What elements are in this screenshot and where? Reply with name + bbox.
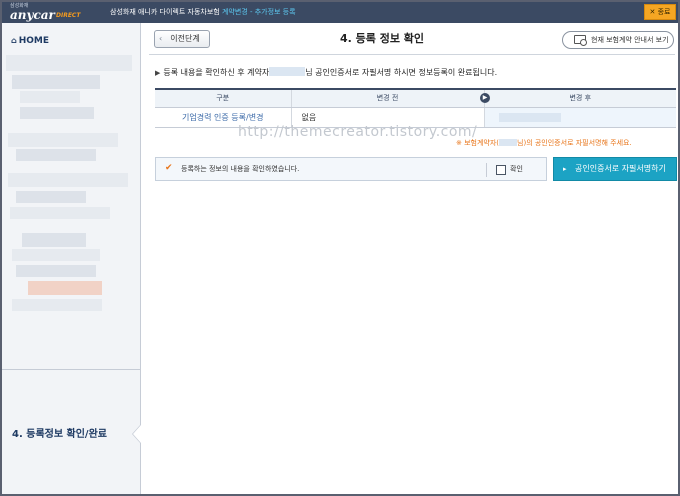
confirmation-divider: [486, 163, 487, 177]
service-title: 삼성화재 애니카 다이렉트 자동차보험 계약변경 - 추가정보 등록: [110, 8, 296, 17]
active-step-notch: [133, 425, 141, 443]
confirm-checkbox-label[interactable]: 확인: [510, 165, 523, 174]
signature-note-pre: ※ 보험계약자(: [456, 139, 500, 147]
checkmark-icon: ✔: [165, 163, 173, 173]
masked-after-value: [498, 112, 561, 122]
change-summary-table: 구분 변경 전 변경 후 기업경력 인증 등록/변경 없음: [155, 88, 676, 128]
confirmation-text: 등록하는 정보의 내용을 확인하였습니다.: [181, 165, 300, 173]
blurred-nav-block: [16, 191, 86, 203]
sidebar-divider: [2, 369, 140, 370]
prev-step-button[interactable]: ‹ 이전단계: [154, 30, 210, 48]
close-button[interactable]: ✕ 종료: [644, 4, 676, 20]
signature-note: ※ 보험계약자( 님)의 공인인증서로 자필서명해 주세요.: [456, 139, 632, 148]
triangle-bullet-icon: ▶: [155, 69, 161, 77]
masked-policyholder-name: [499, 139, 518, 146]
chevron-left-icon: ‹: [159, 34, 163, 43]
service-highlight: 계약변경 - 추가정보 등록: [221, 8, 296, 16]
home-icon: ⌂: [11, 36, 17, 45]
notice-text-post: 님 공인인증서로 자필서명 하시면 정보등록이 완료됩니다.: [305, 68, 498, 77]
confirm-checkbox[interactable]: [496, 165, 506, 175]
home-link[interactable]: ⌂ HOME: [11, 35, 49, 47]
blurred-nav-block: [8, 133, 118, 147]
top-header-bar: 삼성화재 anycar DIRECT 삼성화재 애니카 다이렉트 자동차보험 계…: [2, 2, 678, 23]
instruction-notice: ▶ 등록 내용을 확인하신 후 계약자 님 공인인증서로 자필서명 하시면 정보등록…: [155, 67, 497, 78]
chevron-right-icon: ▸: [563, 165, 567, 173]
blurred-nav-block: [6, 55, 132, 71]
blurred-nav-block: [10, 207, 110, 219]
blurred-nav-block: [12, 299, 102, 311]
notice-text-pre: 등록 내용을 확인하신 후 계약자: [163, 68, 270, 77]
title-divider: [149, 54, 675, 55]
blurred-nav-block: [20, 107, 94, 119]
home-label: HOME: [18, 36, 50, 46]
signature-note-post: 님)의 공인인증서로 자필서명해 주세요.: [517, 139, 632, 147]
row-after-value: [483, 107, 676, 128]
view-guide-button[interactable]: 현재 보험계약 안내서 보기: [562, 31, 674, 49]
blurred-nav-block: [12, 75, 100, 89]
blurred-nav-block: [20, 91, 80, 103]
brand-name: anycar: [10, 8, 55, 22]
blurred-nav-block: [8, 173, 128, 187]
blurred-nav-block: [16, 149, 96, 161]
certificate-sign-label: 공인인증서로 자필서명하기: [575, 164, 666, 173]
column-header-before: 변경 전: [290, 88, 484, 108]
sidebar: ⌂ HOME 4. 등록정보 확인/완료: [2, 23, 141, 494]
blurred-nav-block: [28, 281, 102, 295]
view-guide-label: 현재 보험계약 안내서 보기: [591, 36, 669, 44]
sidebar-item-step-4[interactable]: 4. 등록정보 확인/완료: [12, 429, 107, 441]
service-title-text: 삼성화재 애니카 다이렉트 자동차보험: [110, 8, 220, 16]
watermark-url: http://themecreator.tistory.com/: [238, 124, 478, 140]
prev-step-label: 이전단계: [170, 34, 200, 43]
masked-name: [269, 67, 306, 76]
confirmation-box: ✔ 등록하는 정보의 내용을 확인하였습니다. 확인: [155, 157, 547, 181]
blurred-nav-block: [12, 249, 100, 261]
brand-suffix: DIRECT: [56, 12, 81, 19]
column-header-after: 변경 후: [483, 88, 676, 108]
document-search-icon: [574, 35, 587, 46]
arrow-right-circle-icon: ▶: [480, 93, 490, 103]
certificate-sign-button[interactable]: ▸ 공인인증서로 자필서명하기: [553, 157, 677, 181]
page-title: 4. 등록 정보 확인: [340, 32, 425, 45]
blurred-nav-block: [16, 265, 96, 277]
blurred-nav-block: [22, 233, 86, 247]
anycar-logo[interactable]: 삼성화재 anycar DIRECT: [10, 3, 106, 22]
column-header-category: 구분: [155, 88, 291, 108]
table-header-row: 구분 변경 전 변경 후: [155, 88, 676, 108]
